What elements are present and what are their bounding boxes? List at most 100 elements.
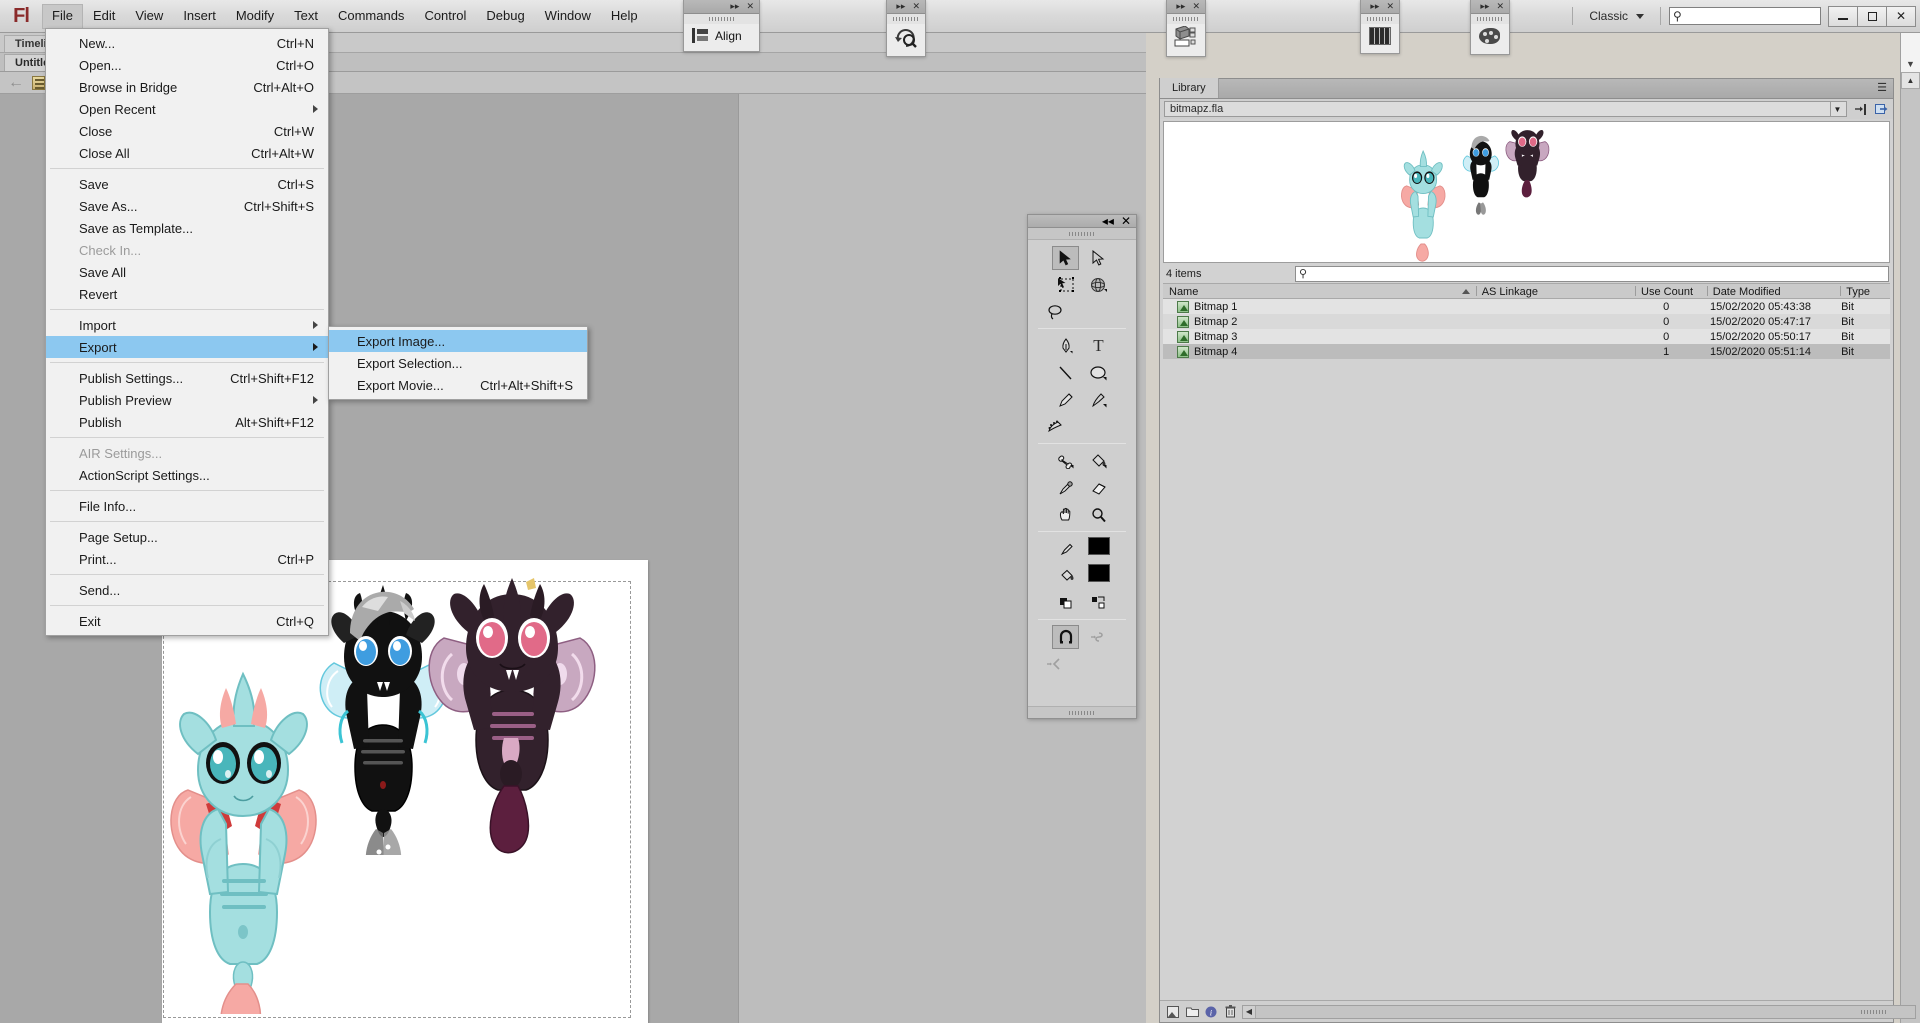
- properties-button[interactable]: i: [1204, 1005, 1218, 1019]
- bone-tool[interactable]: [1052, 449, 1079, 473]
- resize-grip[interactable]: [1861, 1009, 1887, 1014]
- export-submenu[interactable]: Export Image... Export Selection... Expo…: [328, 326, 588, 400]
- eyedropper-tool[interactable]: [1052, 476, 1079, 500]
- expand-icon[interactable]: ▸▸: [730, 2, 739, 11]
- menu-item-export-image[interactable]: Export Image...: [329, 330, 587, 352]
- menu-item-browse-in-bridge[interactable]: Browse in Bridge Ctrl+Alt+O: [46, 76, 328, 98]
- new-symbol-button[interactable]: [1166, 1005, 1180, 1019]
- eraser-tool[interactable]: [1085, 476, 1112, 500]
- library-search-field[interactable]: ⚲: [1295, 265, 1889, 282]
- library-search-input[interactable]: [1307, 267, 1888, 280]
- library-panel[interactable]: Library ☰ bitmapz.fla ▼ 4 items ⚲ Name A…: [1159, 78, 1916, 1023]
- panel-titlebar[interactable]: ▸▸ ✕: [887, 0, 925, 14]
- fill-color-bucket-icon[interactable]: [1055, 564, 1082, 588]
- oval-tool[interactable]: [1085, 361, 1112, 385]
- stroke-color-eyedropper-icon[interactable]: [1055, 537, 1082, 561]
- menu-item-export-selection[interactable]: Export Selection...: [329, 352, 587, 374]
- transform-panel-collapsed[interactable]: ▸▸ ✕: [886, 0, 926, 57]
- scroll-up-icon[interactable]: ▲: [1901, 72, 1920, 89]
- close-icon[interactable]: ✕: [912, 2, 920, 11]
- panel-grip[interactable]: [1167, 14, 1205, 24]
- back-arrow-icon[interactable]: ←: [8, 74, 24, 91]
- align-panel-collapsed[interactable]: ▸▸ ✕ Align: [683, 0, 760, 52]
- expand-icon[interactable]: ▸▸: [1480, 2, 1489, 11]
- expand-icon[interactable]: ▸▸: [896, 2, 905, 11]
- close-icon[interactable]: ✕: [1192, 2, 1200, 11]
- pin-library-button[interactable]: [1852, 102, 1868, 117]
- chevron-down-icon[interactable]: [1636, 13, 1644, 19]
- menu-item-close-all[interactable]: Close All Ctrl+Alt+W: [46, 142, 328, 164]
- menu-modify[interactable]: Modify: [226, 4, 284, 29]
- paint-bucket-tool[interactable]: [1085, 449, 1112, 473]
- menu-control[interactable]: Control: [414, 4, 476, 29]
- panel-titlebar[interactable]: ▸▸ ✕: [1361, 0, 1399, 14]
- expand-icon[interactable]: ▸▸: [1176, 2, 1185, 11]
- deco-tool[interactable]: [1041, 415, 1068, 439]
- black-and-white-icon[interactable]: [1052, 591, 1079, 615]
- menu-insert[interactable]: Insert: [173, 4, 226, 29]
- pen-tool[interactable]: [1052, 334, 1079, 358]
- menu-view[interactable]: View: [125, 4, 173, 29]
- menu-item-revert[interactable]: Revert: [46, 283, 328, 305]
- menu-item-open-recent[interactable]: Open Recent: [46, 98, 328, 120]
- swatches-panel-collapsed[interactable]: ▸▸ ✕: [1360, 0, 1400, 54]
- workspace-collapse-button[interactable]: ▼: [1900, 33, 1920, 72]
- swatches-panel-body[interactable]: [1361, 24, 1399, 53]
- tab-library[interactable]: Library: [1160, 78, 1219, 98]
- menu-item-save-as[interactable]: Save As... Ctrl+Shift+S: [46, 195, 328, 217]
- scene-icon[interactable]: [32, 75, 45, 90]
- menu-item-publish-settings[interactable]: Publish Settings... Ctrl+Shift+F12: [46, 367, 328, 389]
- straighten-option[interactable]: [1041, 652, 1068, 676]
- menu-item-publish[interactable]: Publish Alt+Shift+F12: [46, 411, 328, 433]
- help-search-input[interactable]: [1681, 9, 1820, 23]
- help-search-field[interactable]: ⚲: [1669, 7, 1821, 25]
- menu-item-publish-preview[interactable]: Publish Preview: [46, 389, 328, 411]
- panel-titlebar[interactable]: ▸▸ ✕: [1167, 0, 1205, 14]
- file-menu-dropdown[interactable]: New... Ctrl+N Open... Ctrl+O Browse in B…: [45, 28, 329, 636]
- hand-tool[interactable]: [1052, 503, 1079, 527]
- line-tool[interactable]: [1052, 361, 1079, 385]
- minimize-button[interactable]: [1828, 5, 1858, 27]
- menu-debug[interactable]: Debug: [476, 4, 534, 29]
- close-icon[interactable]: ✕: [1121, 214, 1131, 228]
- snap-to-objects-toggle[interactable]: [1052, 625, 1079, 649]
- panel-grip[interactable]: [684, 14, 759, 24]
- zoom-tool[interactable]: [1085, 503, 1112, 527]
- color-panel-body[interactable]: [1471, 24, 1509, 54]
- menu-item-save-as-template[interactable]: Save as Template...: [46, 217, 328, 239]
- menu-item-close[interactable]: Close Ctrl+W: [46, 120, 328, 142]
- new-library-panel-button[interactable]: [1873, 102, 1889, 117]
- panel-titlebar[interactable]: ▸▸ ✕: [684, 0, 759, 14]
- menu-text[interactable]: Text: [284, 4, 328, 29]
- close-icon[interactable]: ✕: [1386, 2, 1394, 11]
- transform-panel-body[interactable]: [887, 24, 925, 56]
- close-icon[interactable]: ✕: [746, 2, 754, 11]
- scroll-left-icon[interactable]: ◀: [1243, 1005, 1256, 1018]
- tools-panel[interactable]: ◂◂ ✕ T: [1027, 214, 1137, 719]
- menu-item-export[interactable]: Export: [46, 336, 328, 358]
- menu-item-export-movie[interactable]: Export Movie... Ctrl+Alt+Shift+S: [329, 374, 587, 396]
- stage-canvas[interactable]: [163, 578, 631, 1018]
- menu-edit[interactable]: Edit: [83, 4, 125, 29]
- tools-panel-titlebar[interactable]: ◂◂ ✕: [1028, 214, 1136, 228]
- column-header-linkage[interactable]: AS Linkage: [1475, 284, 1635, 298]
- workspace-vertical-scrollbar[interactable]: ▲: [1900, 33, 1920, 1023]
- panel-titlebar[interactable]: ▸▸ ✕: [1471, 0, 1509, 14]
- workspace-selector[interactable]: Classic: [1581, 7, 1652, 25]
- free-transform-tool[interactable]: [1052, 273, 1079, 297]
- men u-item-print[interactable]: Print... Ctrl+P: [46, 548, 328, 570]
- stroke-color-swatch[interactable]: [1087, 537, 1110, 555]
- collapse-icon[interactable]: ◂◂: [1102, 214, 1114, 228]
- menu-item-save-all[interactable]: Save All: [46, 261, 328, 283]
- library-horizontal-scrollbar[interactable]: ◀: [1242, 1004, 1916, 1019]
- panel-grip[interactable]: [1361, 14, 1399, 24]
- library-document-select[interactable]: bitmapz.fla ▼: [1164, 101, 1847, 117]
- tools-panel-footer-grip[interactable]: [1028, 706, 1136, 718]
- expand-icon[interactable]: ▸▸: [1370, 2, 1379, 11]
- menu-item-open[interactable]: Open... Ctrl+O: [46, 54, 328, 76]
- library-item-list[interactable]: Bitmap 1 0 15/02/2020 05:43:38 Bit Bitma…: [1163, 299, 1890, 359]
- close-button[interactable]: ✕: [1886, 5, 1916, 27]
- table-row[interactable]: Bitmap 2 0 15/02/2020 05:47:17 Bit: [1163, 314, 1890, 329]
- column-header-usecount[interactable]: Use Count: [1635, 284, 1707, 298]
- maximize-button[interactable]: [1857, 5, 1887, 27]
